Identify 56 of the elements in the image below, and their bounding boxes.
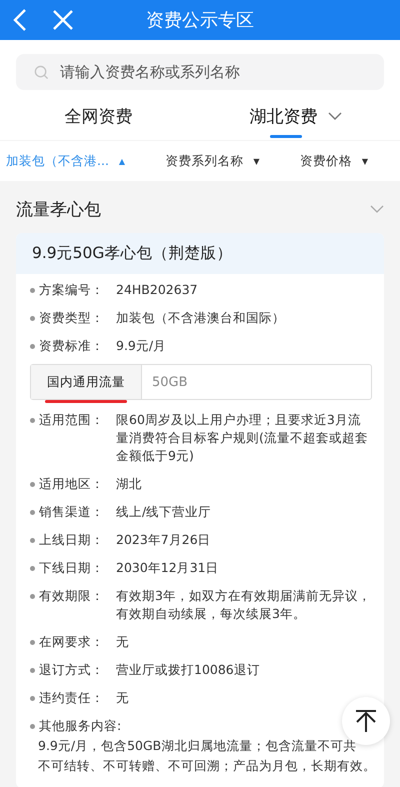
search-icon	[34, 65, 49, 80]
field-value: 9.9元/月，包含50GB湖北归属地流量；包含流量不可共	[37, 737, 358, 755]
field-label: 违约责任：	[39, 689, 104, 707]
field-label: 其他服务内容:	[39, 717, 122, 735]
bullet-icon	[30, 510, 35, 515]
field-value: 加装包（不含港澳台和国际）	[116, 309, 286, 327]
field-value: 24HB202637	[116, 281, 199, 299]
bullet-icon	[30, 482, 35, 487]
back-icon[interactable]	[12, 8, 28, 32]
field-label: 在网要求：	[39, 633, 104, 651]
field-value: 9.9元/月	[116, 337, 168, 355]
field-label: 资费标准：	[39, 337, 104, 355]
field-label: 退订方式：	[39, 661, 104, 679]
filter-dropdown[interactable]: 资费系列名称 ▼	[165, 152, 260, 170]
field-value: 无	[116, 689, 130, 707]
field-value: 无	[116, 633, 130, 651]
bullet-icon	[30, 344, 35, 349]
field-label: 适用范围：	[39, 411, 104, 429]
field-label: 上线日期：	[39, 531, 104, 549]
field-value: 有效期3年，如双方在有效期届满前无异议，有效期自动续展，每次续展3年。	[116, 587, 372, 623]
field-value: 湖北	[116, 475, 143, 493]
filter-dropdown[interactable]: 加装包（不含港... ▲	[6, 152, 126, 170]
bullet-icon	[30, 668, 35, 673]
bullet-icon	[30, 594, 35, 599]
arrow-up-icon	[354, 709, 378, 733]
field-label: 下线日期：	[39, 559, 104, 577]
field-label: 销售渠道：	[39, 503, 104, 521]
section-title: 流量孝心包	[16, 198, 101, 220]
region-tab[interactable]: 全网资费	[64, 98, 132, 138]
field-value: 限60周岁及以上用户办理；且要求近3月流量消费符合目标客户规则(流量不超套或超套金额低于9元)	[116, 411, 369, 465]
region-tab[interactable]: 湖北资费	[250, 98, 342, 138]
plan-title: 9.9元50G孝心包（荆楚版）	[16, 233, 384, 274]
chevron-down-icon[interactable]	[370, 205, 384, 213]
field-label: 适用地区：	[39, 475, 104, 493]
field-value: 2023年7月26日	[116, 531, 212, 549]
field-label: 方案编号：	[39, 281, 104, 299]
field-value: 不可结转、不可转赠、不可回溯；产品为月包，长期有效。	[37, 757, 372, 775]
bullet-icon	[30, 566, 35, 571]
close-icon[interactable]	[52, 9, 74, 31]
field-value: 营业厅或拨打10086退订	[116, 661, 261, 679]
field-value: 线上/线下营业厅	[116, 503, 212, 521]
bullet-icon	[30, 316, 35, 321]
bullet-icon	[30, 640, 35, 645]
field-label: 资费类型：	[39, 309, 104, 327]
bullet-icon	[30, 696, 35, 701]
spec-label: 国内通用流量	[47, 374, 125, 390]
field-value: 2030年12月31日	[116, 559, 220, 577]
bullet-icon	[30, 538, 35, 543]
field-label: 有效期限：	[39, 587, 104, 605]
filter-dropdown[interactable]: 资费价格 ▼	[300, 152, 368, 170]
spec-value: 50GB	[151, 374, 188, 392]
bullet-icon	[30, 418, 35, 423]
page-title: 资费公示专区	[146, 9, 254, 32]
bullet-icon	[30, 724, 35, 729]
search-field[interactable]: 请输入资费名称或系列名称	[16, 54, 384, 90]
bullet-icon	[30, 288, 35, 293]
